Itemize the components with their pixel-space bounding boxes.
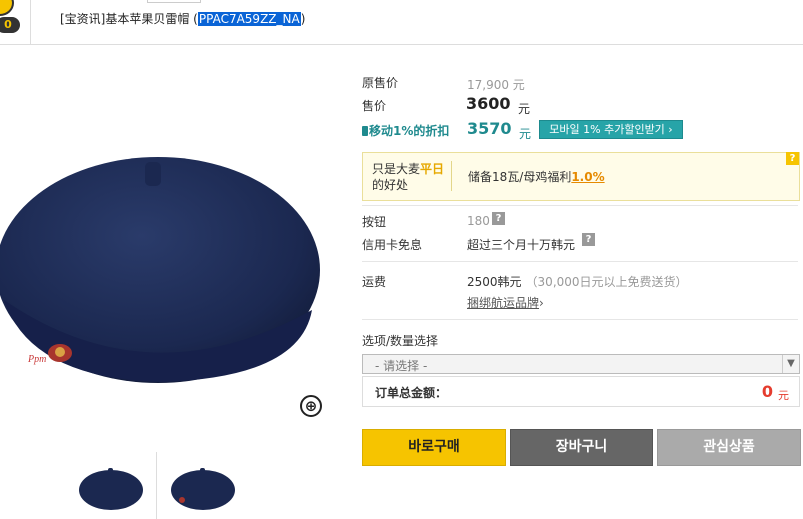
- card-help-icon[interactable]: ?: [582, 233, 595, 246]
- product-title-suffix: ): [300, 12, 306, 26]
- shipping-fee: 2500韩元: [467, 275, 522, 289]
- mobile-discount-label: 移动1%的折扣: [362, 122, 449, 139]
- original-price-label: 原售价: [362, 76, 399, 90]
- original-price-value: 17,900 元: [467, 78, 525, 92]
- mobile-phone-icon: [362, 126, 368, 136]
- sale-price-value: 3600: [466, 94, 511, 113]
- divider-2: [362, 261, 798, 262]
- zoom-icon[interactable]: ⊕: [300, 395, 322, 417]
- chevron-down-icon[interactable]: ▼: [782, 355, 799, 373]
- shipping-note: （30,000日元以上免费送货）: [525, 275, 688, 289]
- benefit-title: 只是大麦平日: [372, 160, 444, 177]
- mobile-discount-button[interactable]: 모바일 1% 추가할인받기 ›: [539, 120, 683, 139]
- shipping-value: 2500韩元 （30,000日元以上免费送货）: [467, 273, 688, 290]
- points-label: 按钮: [362, 215, 387, 229]
- sale-price-label: 售价: [362, 99, 387, 113]
- thumbnail-divider: [156, 452, 157, 519]
- header-divider: [30, 0, 31, 44]
- bundle-shipping-link[interactable]: 捆绑航运品牌›: [467, 294, 544, 311]
- benefit-help-icon[interactable]: ?: [786, 152, 799, 165]
- option-select-value: - 请选择 -: [375, 359, 428, 373]
- benefit-divider: [451, 161, 452, 191]
- order-total-value: 0: [761, 382, 773, 401]
- shipping-label: 运费: [362, 275, 387, 289]
- divider-3: [362, 319, 798, 320]
- order-total-unit: 元: [778, 389, 789, 402]
- thumbnail-1[interactable]: [76, 460, 146, 515]
- thumbnail-2[interactable]: [168, 460, 238, 515]
- benefit-title-b: 平日: [420, 162, 445, 176]
- order-total-label: 订单总金额：: [375, 386, 448, 400]
- points-help-icon[interactable]: ?: [492, 212, 505, 225]
- product-image: Ppm: [0, 157, 320, 383]
- mobile-discount-text: 移动1%的折扣: [369, 124, 450, 138]
- product-code: PPAC7A59ZZ_NA: [197, 12, 301, 26]
- option-label: 选项/数量选择: [362, 334, 439, 348]
- benefit-desc-text: 储备18瓦/母鸡福利: [468, 170, 572, 184]
- buy-now-button[interactable]: 바로구매: [362, 429, 506, 466]
- product-title-text: [宝资讯]基本苹果贝雷帽 (: [60, 12, 198, 26]
- benefit-rate-link[interactable]: 1.0%: [571, 170, 604, 184]
- add-to-cart-button[interactable]: 장바구니: [510, 429, 653, 466]
- cart-count-badge: 0: [0, 17, 20, 33]
- option-select[interactable]: - 请选择 - ▼: [362, 354, 800, 374]
- benefit-title-c: 的好处: [372, 178, 409, 192]
- mobile-price-unit: 元: [519, 127, 532, 141]
- benefit-title-a: 只是大麦: [372, 162, 421, 176]
- sale-price-unit: 元: [518, 102, 531, 116]
- product-title: [宝资讯]基本苹果贝雷帽 (PPAC7A59ZZ_NA): [60, 10, 305, 27]
- divider-1: [362, 205, 798, 206]
- benefit-desc: 储备18瓦/母鸡福利1.0%: [468, 168, 605, 185]
- card-label: 信用卡免息: [362, 238, 423, 252]
- wishlist-button[interactable]: 관심상품: [657, 429, 801, 466]
- mobile-price-value: 3570: [467, 119, 512, 138]
- header-tab-stub: [147, 0, 201, 3]
- chevron-right-icon: ›: [539, 296, 544, 310]
- card-value: 超过三个月十万韩元: [467, 238, 576, 252]
- order-total-box: 订单总金额： 0 元: [362, 376, 800, 407]
- points-value: 180: [467, 214, 490, 228]
- bundle-shipping-text: 捆绑航运品牌: [467, 296, 540, 310]
- svg-text:Ppm: Ppm: [27, 354, 46, 365]
